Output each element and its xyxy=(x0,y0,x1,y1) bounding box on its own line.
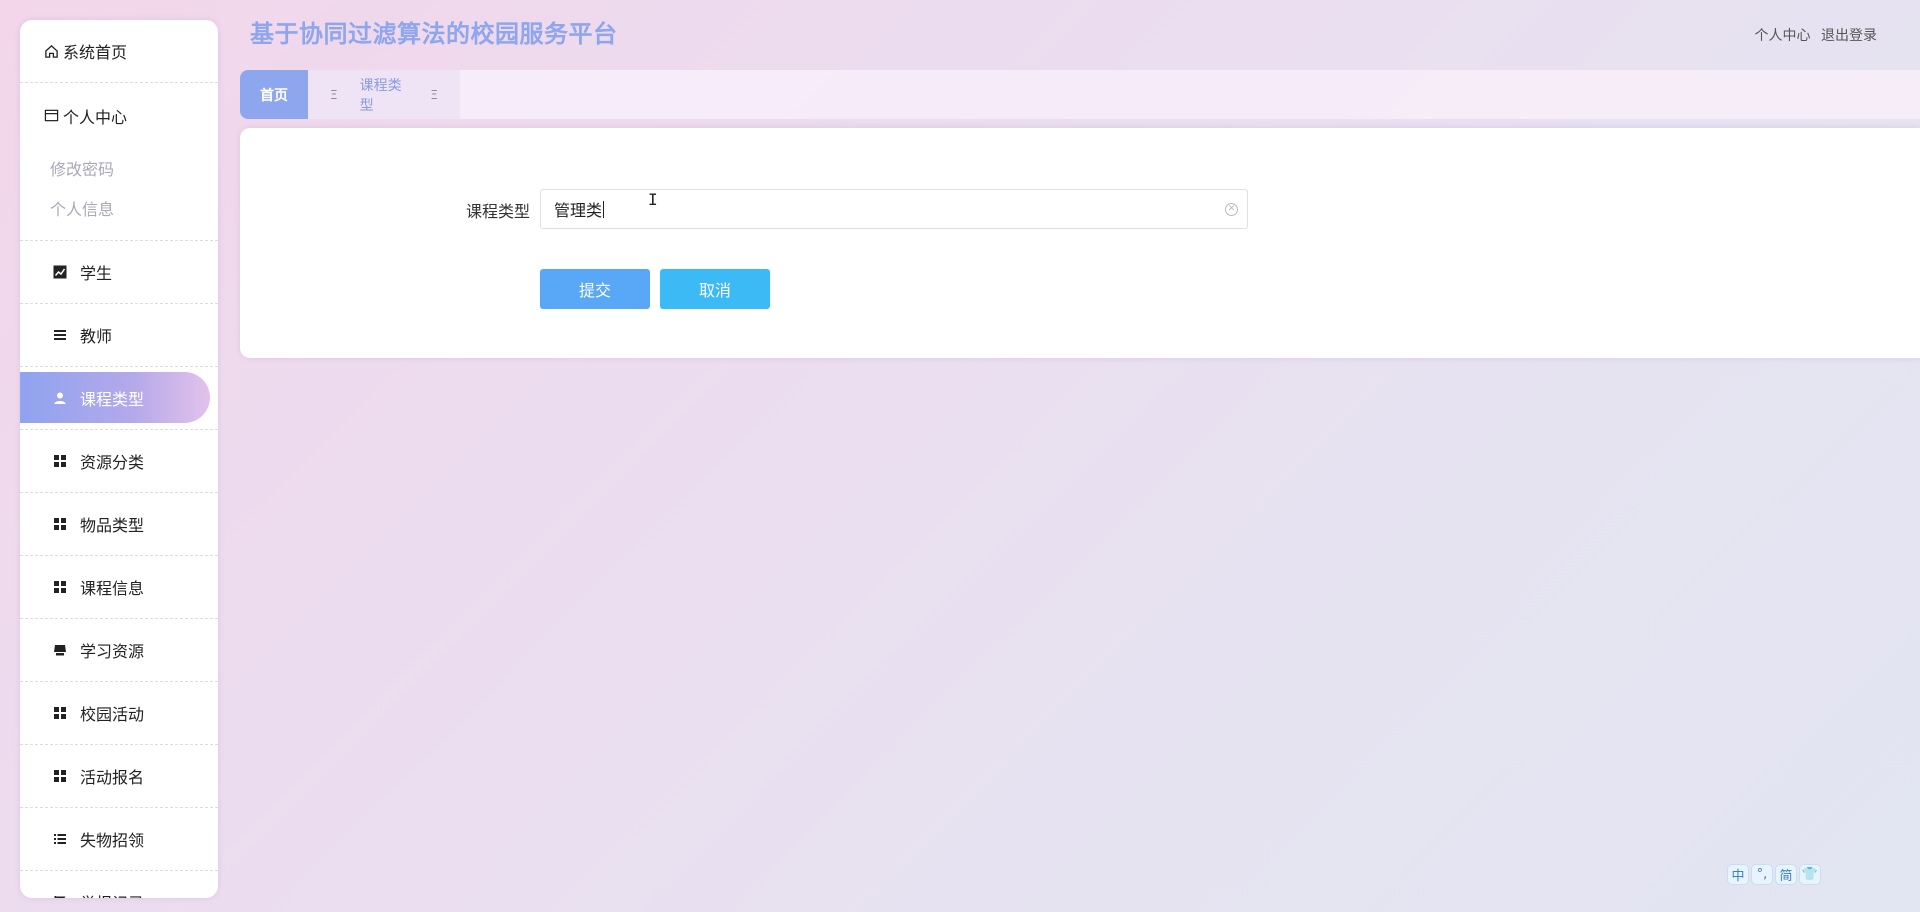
grid-icon xyxy=(52,705,68,721)
sidebar-item-label: 物品类型 xyxy=(80,516,145,535)
sidebar-item-label: 学习资源 xyxy=(80,642,145,661)
tab-course-type[interactable]: Ξ 课程类型 Ξ xyxy=(308,70,460,119)
sidebar-item-personal[interactable]: 个人中心 xyxy=(20,83,218,148)
sidebar-item-students[interactable]: 学生 xyxy=(20,241,218,304)
ime-punctuation-mode[interactable]: °, xyxy=(1751,864,1773,885)
sidebar-item-label: 教师 xyxy=(80,327,113,346)
grid-icon xyxy=(52,579,68,595)
grid-icon xyxy=(52,453,68,469)
sidebar-item-item-type[interactable]: 物品类型 xyxy=(20,493,218,556)
sidebar-item-label: 课程信息 xyxy=(80,579,145,598)
sidebar-item-label: 资源分类 xyxy=(80,453,145,472)
card-icon xyxy=(43,108,59,124)
sidebar-item-label: 校园活动 xyxy=(80,705,145,724)
cancel-button[interactable]: 取消 xyxy=(660,269,770,309)
sidebar: 系统首页 个人中心 修改密码 个人信息 学生 教师 课程类型 资源分类 物品类型… xyxy=(20,20,218,898)
tab-label: 课程类型 xyxy=(359,77,402,114)
sidebar-item-resource-category[interactable]: 资源分类 xyxy=(20,430,218,493)
ime-chinese-mode[interactable]: 中 xyxy=(1727,864,1749,885)
ime-skin-icon[interactable]: 👕 xyxy=(1799,864,1821,885)
chart-icon xyxy=(52,264,68,280)
mouse-ibeam-cursor-icon: I xyxy=(648,190,658,209)
sidebar-item-course-type[interactable]: 课程类型 xyxy=(20,367,218,430)
tab-bar: 首页 Ξ 课程类型 Ξ xyxy=(240,70,1920,119)
sidebar-item-label: 失物招领 xyxy=(80,831,145,850)
sidebar-group-personal: 个人中心 修改密码 个人信息 xyxy=(20,83,218,241)
sidebar-item-lost-and-found[interactable]: 失物招领 xyxy=(20,808,218,871)
course-type-input[interactable]: 管理类 ✕ xyxy=(540,189,1248,229)
sidebar-subitem-personal-info[interactable]: 个人信息 xyxy=(20,188,218,228)
form-card: 课程类型 管理类 ✕ I 提交 取消 xyxy=(240,128,1920,358)
sidebar-item-label: 活动报名 xyxy=(80,768,145,787)
ime-simplified-mode[interactable]: 简 xyxy=(1775,864,1797,885)
ime-toolbar: 中 °, 简 👕 xyxy=(1727,864,1821,885)
list-icon xyxy=(52,831,68,847)
sidebar-item-course-info[interactable]: 课程信息 xyxy=(20,556,218,619)
sidebar-item-campus-activities[interactable]: 校园活动 xyxy=(20,682,218,745)
sidebar-item-report-records[interactable]: 举报记录 xyxy=(20,871,218,898)
user-icon xyxy=(52,390,68,406)
shop-icon xyxy=(52,642,68,658)
sidebar-item-learning-resources[interactable]: 学习资源 xyxy=(20,619,218,682)
flag-icon xyxy=(52,894,68,898)
tab-menu-icon[interactable]: Ξ xyxy=(430,88,438,102)
course-type-label: 课程类型 xyxy=(466,202,531,221)
sidebar-item-label: 举报记录 xyxy=(80,890,144,898)
list-icon xyxy=(52,327,68,343)
submit-button[interactable]: 提交 xyxy=(540,269,650,309)
grid-icon xyxy=(52,516,68,532)
top-links: 个人中心 退出登录 xyxy=(1749,25,1877,45)
sidebar-item-label: 课程类型 xyxy=(80,390,145,409)
text-caret xyxy=(603,200,605,218)
course-type-input-value: 管理类 xyxy=(554,201,603,220)
home-icon xyxy=(43,43,59,59)
logout-link[interactable]: 退出登录 xyxy=(1821,28,1877,44)
sidebar-item-activity-registration[interactable]: 活动报名 xyxy=(20,745,218,808)
sidebar-item-teachers[interactable]: 教师 xyxy=(20,304,218,367)
tab-home[interactable]: 首页 xyxy=(240,70,308,119)
sidebar-item-home[interactable]: 系统首页 xyxy=(20,20,218,83)
sidebar-subitem-change-password[interactable]: 修改密码 xyxy=(20,148,218,188)
sidebar-item-label: 学生 xyxy=(80,264,113,283)
tab-menu-icon: Ξ xyxy=(330,87,338,102)
clear-icon[interactable]: ✕ xyxy=(1225,203,1238,216)
app-title: 基于协同过滤算法的校园服务平台 xyxy=(250,20,618,48)
sidebar-item-label: 个人中心 xyxy=(63,107,128,127)
grid-icon xyxy=(52,768,68,784)
sidebar-item-label: 系统首页 xyxy=(63,43,128,62)
profile-link[interactable]: 个人中心 xyxy=(1755,28,1811,44)
